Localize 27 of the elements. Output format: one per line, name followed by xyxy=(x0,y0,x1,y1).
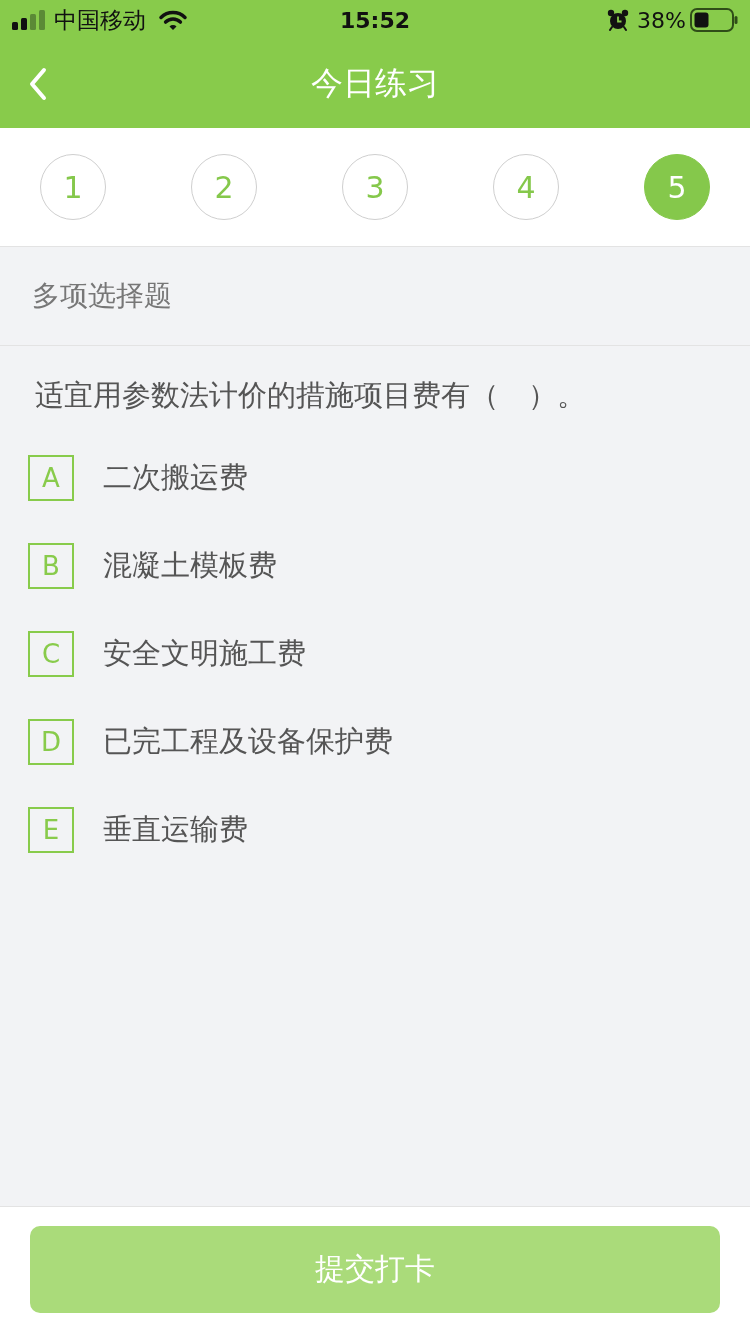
carrier-name: 中国移动 xyxy=(54,5,146,35)
option-text[interactable]: 垂直运输费 xyxy=(103,810,248,850)
option-text[interactable]: 已完工程及设备保护费 xyxy=(103,722,393,762)
page-title: 今日练习 xyxy=(311,63,439,104)
question-number-button[interactable]: 3 xyxy=(342,154,408,220)
battery-percent: 38% xyxy=(637,7,686,33)
question-number-button[interactable]: 2 xyxy=(191,154,257,220)
question-number-button[interactable]: 5 xyxy=(644,154,710,220)
question-type-label: 多项选择题 xyxy=(32,278,172,314)
battery-icon xyxy=(690,8,738,32)
back-button[interactable] xyxy=(28,67,48,101)
back-icon xyxy=(28,67,48,101)
option-letter-box[interactable]: B xyxy=(28,543,74,589)
option-letter-box[interactable]: A xyxy=(28,455,74,501)
question-number-button[interactable]: 1 xyxy=(40,154,106,220)
option-letter-box[interactable]: D xyxy=(28,719,74,765)
wifi-icon xyxy=(158,9,188,31)
signal-icon xyxy=(12,10,45,30)
option-text[interactable]: 安全文明施工费 xyxy=(103,634,306,674)
alarm-clock-icon xyxy=(607,9,630,31)
option-letter-box[interactable]: E xyxy=(28,807,74,853)
question-text: 适宜用参数法计价的措施项目费有（ ）。 xyxy=(34,377,587,414)
option-text[interactable]: 混凝土模板费 xyxy=(103,546,277,586)
option-text[interactable]: 二次搬运费 xyxy=(103,458,248,498)
option-letter-box[interactable]: C xyxy=(28,631,74,677)
status-time: 15:52 xyxy=(340,7,410,33)
question-number-button[interactable]: 4 xyxy=(493,154,559,220)
